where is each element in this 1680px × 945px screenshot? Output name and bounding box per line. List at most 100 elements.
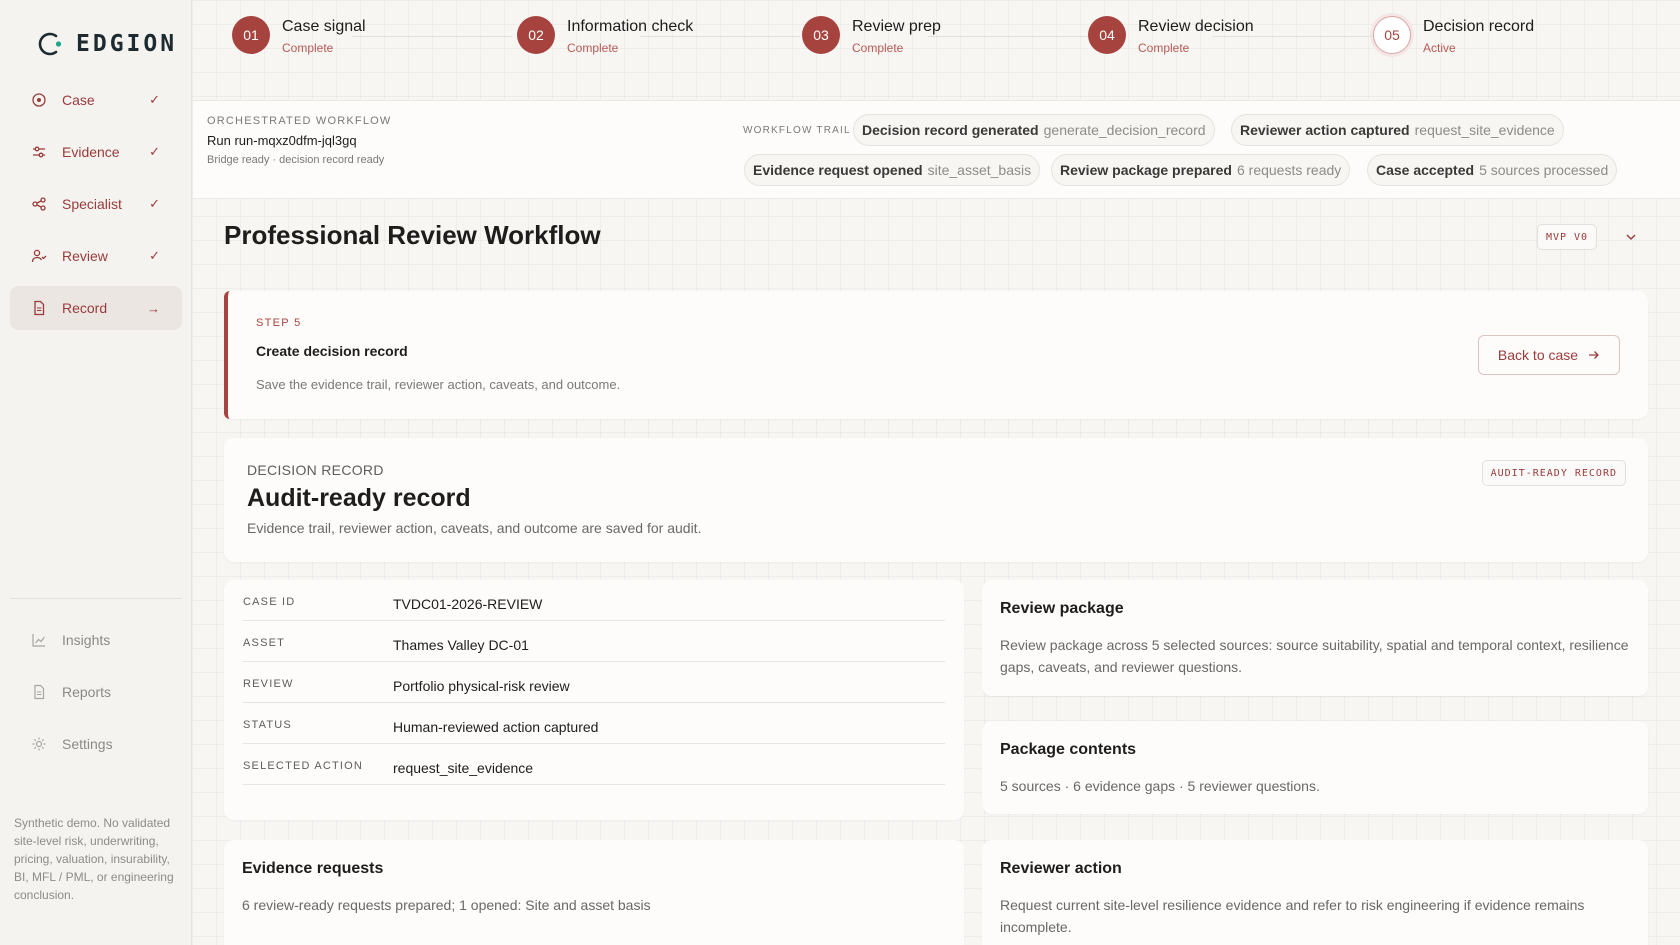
sidebar-item-label: Specialist	[62, 196, 122, 212]
step-status: Complete	[282, 41, 334, 55]
detail-row: SELECTED ACTION request_site_evidence	[243, 744, 945, 785]
trail-chip[interactable]: Reviewer action captured request_site_ev…	[1231, 114, 1564, 146]
sidebar-item-specialist[interactable]: Specialist ✓	[10, 182, 182, 226]
step-title: Review decision	[1138, 18, 1254, 35]
detail-value: Portfolio physical-risk review	[393, 678, 570, 694]
sidebar-item-record[interactable]: Record →	[10, 286, 182, 330]
sidebar: EDGION Case ✓ Evidence ✓ Specialist ✓ Re…	[0, 0, 192, 945]
detail-row: ASSET Thames Valley DC-01	[243, 621, 945, 662]
step-status: Complete	[567, 41, 619, 55]
step-card-description: Save the evidence trail, reviewer action…	[256, 377, 621, 392]
check-icon: ✓	[149, 248, 160, 263]
document-icon	[30, 683, 48, 701]
card-title: Reviewer action	[1000, 860, 1122, 877]
trail-chip-name: Evidence request opened	[753, 162, 923, 178]
step-review-decision[interactable]: 04 Review decision Complete	[1088, 16, 1254, 55]
detail-row: REVIEW Portfolio physical-risk review	[243, 662, 945, 703]
sidebar-item-label: Review	[62, 248, 108, 264]
workflow-bar: ORCHESTRATED WORKFLOW Run run-mqxz0dfm-j…	[193, 100, 1680, 199]
progress-stepper: 01 Case signal Complete 02 Information c…	[232, 16, 1632, 68]
card-body: 6 review-ready requests prepared; 1 open…	[242, 897, 651, 913]
step-connector	[352, 36, 512, 37]
workflow-status: Bridge ready · decision record ready	[207, 154, 385, 166]
step-decision-record[interactable]: 05 Decision record Active	[1373, 16, 1534, 55]
sidebar-item-insights[interactable]: Insights	[10, 618, 182, 662]
page-title: Professional Review Workflow	[224, 220, 601, 250]
trail-chip-name: Decision record generated	[862, 122, 1039, 138]
step-card-title: Create decision record	[256, 343, 408, 359]
step-connector	[928, 36, 1088, 37]
step-information-check[interactable]: 02 Information check Complete	[517, 16, 693, 55]
trail-chip-value: 6 requests ready	[1236, 162, 1342, 178]
step-status: Active	[1423, 41, 1456, 55]
step-status: Complete	[1138, 41, 1190, 55]
sidebar-item-evidence[interactable]: Evidence ✓	[10, 130, 182, 174]
sidebar-item-label: Case	[62, 92, 95, 108]
detail-key: ASSET	[243, 637, 286, 649]
trail-label: WORKFLOW TRAIL	[743, 125, 851, 136]
card-body: Request current site-level resilience ev…	[1000, 897, 1585, 935]
decision-record-card: DECISION RECORD Audit-ready record Evide…	[224, 438, 1648, 562]
detail-key: REVIEW	[243, 678, 294, 690]
sidebar-item-label: Evidence	[62, 144, 120, 160]
step-number: 04	[1088, 16, 1126, 54]
secondary-nav: Insights Reports Settings	[10, 618, 182, 774]
step-case-signal[interactable]: 01 Case signal Complete	[232, 16, 366, 55]
detail-value: Human-reviewed action captured	[393, 719, 599, 735]
card-title: Evidence requests	[242, 860, 384, 877]
detail-row: CASE ID TVDC01-2026-REVIEW	[243, 580, 945, 621]
step-status: Complete	[852, 41, 904, 55]
sidebar-item-label: Record	[62, 300, 108, 316]
trail-chip-value: generate_decision_record	[1043, 122, 1206, 138]
workflow-run-id: Run run-mqxz0dfm-jql3gq	[207, 133, 357, 148]
evidence-requests-card: Evidence requests 6 review-ready request…	[224, 840, 964, 945]
detail-value: Thames Valley DC-01	[393, 637, 529, 653]
sidebar-item-reports[interactable]: Reports	[10, 670, 182, 714]
share-icon	[30, 195, 48, 213]
card-body: Review package across 5 selected sources…	[1000, 637, 1629, 675]
trail-chip-name: Case accepted	[1376, 162, 1475, 178]
version-badge: MVP V0	[1537, 224, 1597, 250]
step-number: 02	[517, 16, 555, 54]
sidebar-item-label: Reports	[62, 684, 112, 700]
detail-key: CASE ID	[243, 596, 296, 608]
trail-chip[interactable]: Decision record generated generate_decis…	[853, 114, 1215, 146]
record-description: Evidence trail, reviewer action, caveats…	[247, 520, 702, 536]
trail-chip[interactable]: Case accepted 5 sources processed	[1367, 154, 1618, 186]
case-details-card: CASE ID TVDC01-2026-REVIEW ASSET Thames …	[224, 580, 964, 820]
record-title: Audit-ready record	[247, 484, 471, 512]
trail-chip[interactable]: Review package prepared 6 requests ready	[1051, 154, 1351, 186]
collapse-icon[interactable]	[1622, 228, 1640, 246]
target-icon	[30, 91, 48, 109]
detail-row: STATUS Human-reviewed action captured	[243, 703, 945, 744]
trail-chip-name: Reviewer action captured	[1240, 122, 1410, 138]
gear-icon	[30, 735, 48, 753]
step-number: 05	[1373, 16, 1411, 54]
step-eyebrow: STEP 5	[256, 317, 302, 329]
sidebar-item-review[interactable]: Review ✓	[10, 234, 182, 278]
back-to-case-button[interactable]: Back to case	[1478, 335, 1620, 375]
trail-chip-value: site_asset_basis	[927, 162, 1032, 178]
step-review-prep[interactable]: 03 Review prep Complete	[802, 16, 941, 55]
detail-key: STATUS	[243, 719, 292, 731]
detail-key: SELECTED ACTION	[243, 760, 364, 772]
button-label: Back to case	[1497, 347, 1579, 363]
logo-mark-icon	[34, 28, 66, 60]
card-title: Review package	[1000, 600, 1124, 617]
trail-chip[interactable]: Evidence request opened site_asset_basis	[744, 154, 1041, 186]
review-package-card: Review package Review package across 5 s…	[982, 580, 1648, 696]
primary-nav: Case ✓ Evidence ✓ Specialist ✓ Review ✓	[10, 78, 182, 338]
detail-value: TVDC01-2026-REVIEW	[393, 596, 543, 612]
check-icon: ✓	[149, 144, 160, 159]
sidebar-item-settings[interactable]: Settings	[10, 722, 182, 766]
check-icon: ✓	[149, 92, 160, 107]
brand-logo[interactable]: EDGION	[34, 28, 177, 60]
package-contents-card: Package contents 5 sources · 6 evidence …	[982, 721, 1648, 814]
trail-chip-value: request_site_evidence	[1414, 122, 1555, 138]
step-number: 03	[802, 16, 840, 54]
sidebar-item-case[interactable]: Case ✓	[10, 78, 182, 122]
sidebar-item-label: Insights	[62, 632, 111, 648]
record-eyebrow: DECISION RECORD	[247, 462, 384, 478]
sidebar-divider	[10, 598, 182, 599]
arrow-right-icon: →	[147, 300, 160, 316]
